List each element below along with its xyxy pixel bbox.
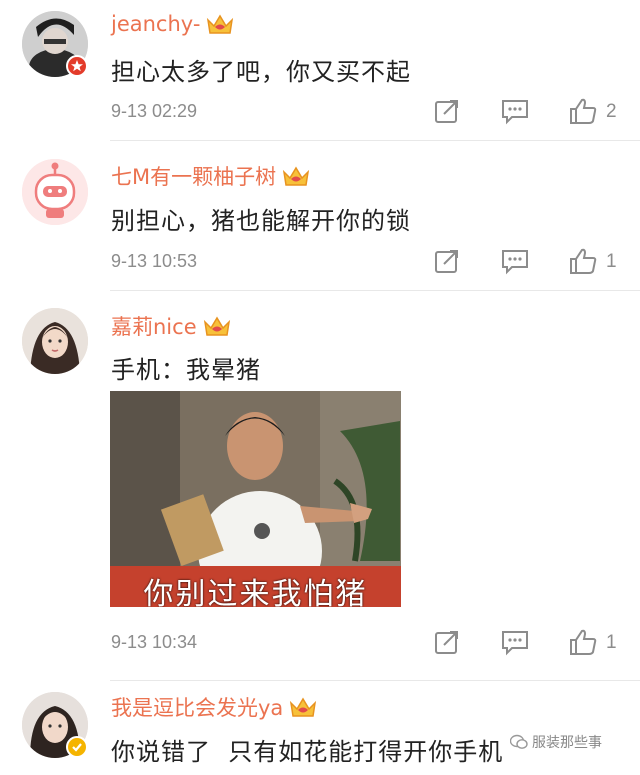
timestamp: 9-13 10:34 xyxy=(111,632,198,652)
comment-item: 七M有一颗柚子树 别担心，猪也能解开你的锁 9-13 10:53 1 xyxy=(0,140,640,290)
star-badge-icon xyxy=(66,55,88,77)
like-icon[interactable] xyxy=(568,627,598,657)
username-label: 嘉莉nice xyxy=(111,315,197,339)
username[interactable]: 我是逗比会发光ya xyxy=(111,692,317,722)
comment-icon[interactable] xyxy=(500,97,530,125)
crown-icon xyxy=(283,166,310,186)
timestamp: 9-13 02:29 xyxy=(111,101,198,121)
like-count: 1 xyxy=(606,251,617,272)
avatar[interactable] xyxy=(22,159,88,225)
verified-badge-icon xyxy=(66,736,88,758)
comment-text: 别担心，猪也能解开你的锁 xyxy=(111,207,411,235)
username[interactable]: 嘉莉nice xyxy=(111,311,231,341)
watermark-text: 服装那些事 xyxy=(532,735,602,751)
comment-item: jeanchy- 担心太多了吧，你又买不起 9-13 02:29 2 xyxy=(0,0,640,140)
repost-icon[interactable] xyxy=(433,628,461,656)
comment-icon[interactable] xyxy=(500,247,530,275)
like-count: 1 xyxy=(606,632,617,653)
username-label: 我是逗比会发光ya xyxy=(111,696,284,720)
timestamp: 9-13 10:53 xyxy=(111,251,198,271)
meme-caption-text: 你别过来我怕猪 xyxy=(143,577,368,607)
comment-text: 手机：我晕猪 xyxy=(111,356,261,384)
avatar[interactable] xyxy=(22,308,88,374)
comment-item: 我是逗比会发光ya 你说错了 只有如花能打得开你手机 xyxy=(0,680,640,775)
crown-icon xyxy=(290,697,317,717)
comment-icon[interactable] xyxy=(500,628,530,656)
wechat-icon xyxy=(510,734,528,749)
comment-image[interactable]: 你别过来我怕猪 xyxy=(110,391,401,607)
repost-icon[interactable] xyxy=(433,97,461,125)
crown-icon xyxy=(207,14,234,34)
username[interactable]: jeanchy- xyxy=(111,12,234,36)
username[interactable]: 七M有一颗柚子树 xyxy=(111,161,310,191)
like-icon[interactable] xyxy=(568,246,598,276)
like-count: 2 xyxy=(606,101,617,122)
username-label: 七M有一颗柚子树 xyxy=(111,165,277,189)
like-icon[interactable] xyxy=(568,96,598,126)
repost-icon[interactable] xyxy=(433,247,461,275)
comment-text: 你说错了 只有如花能打得开你手机 xyxy=(111,738,504,766)
username-label: jeanchy- xyxy=(111,12,201,36)
comment-text: 担心太多了吧，你又买不起 xyxy=(111,58,411,86)
crown-icon xyxy=(203,316,230,336)
watermark: 服装那些事 xyxy=(510,732,602,752)
